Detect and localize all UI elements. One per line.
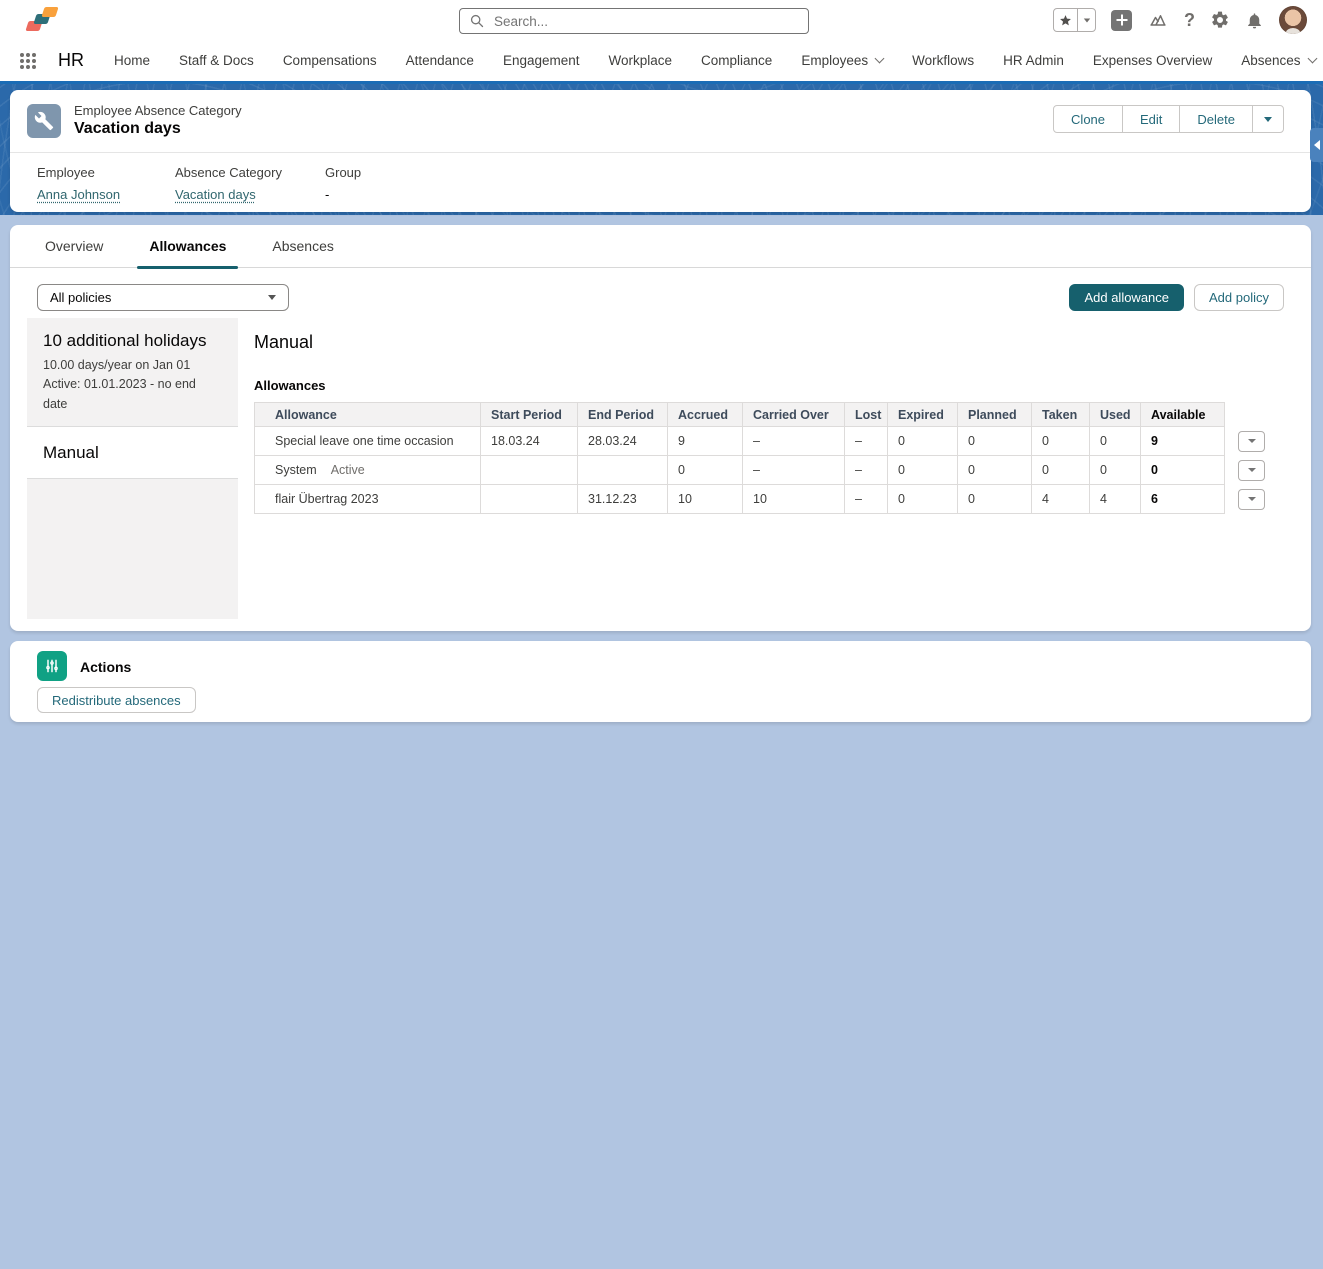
search-icon <box>470 14 484 28</box>
delete-button[interactable]: Delete <box>1179 105 1253 133</box>
global-actions-plus-icon[interactable] <box>1111 10 1132 31</box>
table-row: SystemActive 0 – – 0 0 0 0 0 <box>255 456 1269 485</box>
nav-tab-expenses-overview[interactable]: Expenses Overview <box>1093 53 1212 68</box>
logo-shape-orange <box>41 7 58 17</box>
wrench-icon <box>34 111 54 131</box>
favorites-star-button[interactable] <box>1053 8 1078 32</box>
actions-card: Actions Redistribute absences <box>10 641 1311 722</box>
policy-item-additional-holidays[interactable]: 10 additional holidays 10.00 days/year o… <box>27 318 238 427</box>
caret-down-icon <box>1248 468 1256 472</box>
nav-tab-absences[interactable]: Absences <box>1241 53 1315 68</box>
entity-label: Employee Absence Category <box>74 103 242 118</box>
user-avatar[interactable] <box>1279 6 1307 34</box>
caret-down-icon <box>1264 117 1272 122</box>
group-value: - <box>325 187 361 202</box>
allowances-card: Overview Allowances Absences All policie… <box>10 225 1311 631</box>
status-badge: Active <box>331 463 365 477</box>
arrow-left-icon <box>1314 140 1320 150</box>
field-group: Group - <box>325 165 361 202</box>
policy-item-manual[interactable]: Manual <box>27 427 238 479</box>
global-header-actions: ? <box>1053 0 1307 40</box>
help-icon[interactable]: ? <box>1184 11 1195 29</box>
guidance-center-icon[interactable] <box>1147 10 1169 30</box>
caret-down-icon <box>1248 497 1256 501</box>
record-highlight-fields: Employee Anna Johnson Absence Category V… <box>37 165 361 202</box>
side-panel-toggle[interactable] <box>1310 128 1323 162</box>
actions-title: Actions <box>80 659 131 675</box>
actions-sliders-icon <box>37 651 67 681</box>
policy-section-title: Manual <box>254 332 1297 353</box>
tab-allowances[interactable]: Allowances <box>137 225 238 268</box>
app-name: HR <box>58 50 84 71</box>
nav-tab-engagement[interactable]: Engagement <box>503 53 580 68</box>
app-nav-bar: HR Home Staff & Docs Compensations Atten… <box>0 40 1323 84</box>
redistribute-absences-button[interactable]: Redistribute absences <box>37 687 196 713</box>
notifications-bell-icon[interactable] <box>1245 11 1264 30</box>
table-row: Special leave one time occasion 18.03.24… <box>255 427 1269 456</box>
field-employee: Employee Anna Johnson <box>37 165 175 202</box>
add-policy-button[interactable]: Add policy <box>1194 284 1284 311</box>
favorites-dropdown-button[interactable] <box>1077 8 1096 32</box>
absence-category-link[interactable]: Vacation days <box>175 187 325 202</box>
nav-tab-compliance[interactable]: Compliance <box>701 53 772 68</box>
absence-category-record-icon <box>27 104 61 138</box>
field-absence-category: Absence Category Vacation days <box>175 165 325 202</box>
table-header-row: Allowance Start Period End Period Accrue… <box>255 403 1269 427</box>
policy-filter-select[interactable]: All policies <box>37 284 289 311</box>
setup-gear-icon[interactable] <box>1210 10 1230 30</box>
nav-tabs: Home Staff & Docs Compensations Attendan… <box>114 53 1323 68</box>
page-title: Vacation days <box>74 120 181 138</box>
app-launcher-icon[interactable] <box>20 53 36 69</box>
employee-link[interactable]: Anna Johnson <box>37 187 175 202</box>
chevron-down-icon <box>875 54 885 64</box>
table-row: flair Übertrag 2023 31.12.23 10 10 – 0 0… <box>255 485 1269 514</box>
add-allowance-button[interactable]: Add allowance <box>1069 284 1184 311</box>
record-header-card: Employee Absence Category Vacation days … <box>10 90 1311 212</box>
caret-down-icon <box>268 295 276 300</box>
allowances-table-label: Allowances <box>254 378 1297 393</box>
policy-list: 10 additional holidays 10.00 days/year o… <box>27 318 238 619</box>
tab-absences[interactable]: Absences <box>260 225 345 268</box>
more-actions-dropdown-button[interactable] <box>1252 105 1284 133</box>
nav-tab-employees[interactable]: Employees <box>801 53 883 68</box>
record-actions-group: Clone Edit Delete <box>1053 105 1284 133</box>
chevron-down-icon <box>1307 54 1317 64</box>
caret-down-icon <box>1083 18 1089 22</box>
edit-button[interactable]: Edit <box>1122 105 1180 133</box>
nav-tab-hr-admin[interactable]: HR Admin <box>1003 53 1064 68</box>
global-header: ? <box>0 0 1323 40</box>
row-actions-dropdown-button[interactable] <box>1238 460 1265 481</box>
tab-overview[interactable]: Overview <box>33 225 115 268</box>
allowances-table: Allowance Start Period End Period Accrue… <box>254 402 1269 514</box>
allowances-toolbar: All policies Add allowance Add policy <box>37 283 1284 311</box>
flair-logo <box>26 7 66 33</box>
nav-tab-workflows[interactable]: Workflows <box>912 53 974 68</box>
clone-button[interactable]: Clone <box>1053 105 1123 133</box>
row-actions-dropdown-button[interactable] <box>1238 489 1265 510</box>
nav-tab-compensations[interactable]: Compensations <box>283 53 377 68</box>
allowances-panel: Manual Allowances Allowance Start Period… <box>254 318 1297 619</box>
nav-tab-workplace[interactable]: Workplace <box>609 53 673 68</box>
global-search[interactable] <box>459 8 809 34</box>
nav-tab-attendance[interactable]: Attendance <box>406 53 474 68</box>
record-tabs: Overview Allowances Absences <box>10 225 1311 268</box>
star-icon <box>1059 14 1072 27</box>
divider <box>10 152 1311 153</box>
nav-tab-home[interactable]: Home <box>114 53 150 68</box>
nav-tab-staff-docs[interactable]: Staff & Docs <box>179 53 254 68</box>
row-actions-dropdown-button[interactable] <box>1238 431 1265 452</box>
caret-down-icon <box>1248 439 1256 443</box>
search-input[interactable] <box>492 13 798 30</box>
